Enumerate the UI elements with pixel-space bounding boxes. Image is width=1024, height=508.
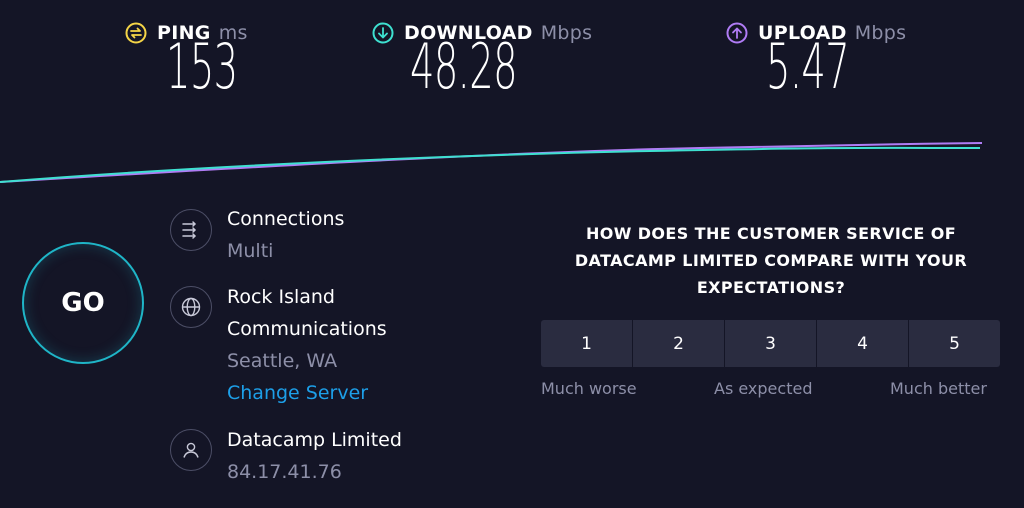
user-icon [170,429,212,471]
go-button[interactable]: GO [22,242,144,364]
server-name-line1: Rock Island [227,286,335,308]
rating-scale: 1 2 3 4 5 [541,320,1000,367]
rating-option-1[interactable]: 1 [541,320,632,367]
change-server-link[interactable]: Change Server [227,377,387,409]
speed-graph [0,142,983,183]
scale-low-label: Much worse [541,379,637,398]
download-speed-line [0,146,981,183]
download-arrow-icon [372,22,394,44]
rating-option-4[interactable]: 4 [817,320,908,367]
connections-label: Connections [227,208,345,230]
download-unit: Mbps [540,22,593,44]
connections-icon [170,209,212,251]
server-location: Seattle, WA [227,350,338,372]
provider-name: Datacamp Limited [227,429,402,451]
download-value: 48.28 [410,30,518,103]
survey-question: HOW DOES THE CUSTOMER SERVICE OF DATACAM… [548,220,994,301]
ping-value: 153 [166,30,238,103]
connections-value[interactable]: Multi [227,235,344,267]
upload-unit: Mbps [854,22,907,44]
provider-ip: 84.17.41.76 [227,461,342,483]
server-info: Rock Island Communications Seattle, WA C… [227,281,387,409]
survey-question-line2: DATACAMP LIMITED COMPARE WITH YOUR [574,251,968,270]
survey-question-line1: HOW DOES THE CUSTOMER SERVICE OF [585,224,957,243]
survey-question-line3: EXPECTATIONS? [696,278,846,297]
upload-value: 5.47 [766,30,850,103]
rating-option-5[interactable]: 5 [909,320,1000,367]
connections-info: Connections Multi [227,203,344,267]
scale-high-label: Much better [890,379,987,398]
rating-option-2[interactable]: 2 [633,320,724,367]
go-button-label: GO [61,288,105,318]
ping-icon [125,22,147,44]
server-name-line2: Communications [227,318,387,340]
rating-option-3[interactable]: 3 [725,320,816,367]
upload-arrow-icon [726,22,748,44]
provider-info: Datacamp Limited 84.17.41.76 [227,424,402,488]
scale-mid-label: As expected [714,379,813,398]
globe-icon [170,286,212,328]
